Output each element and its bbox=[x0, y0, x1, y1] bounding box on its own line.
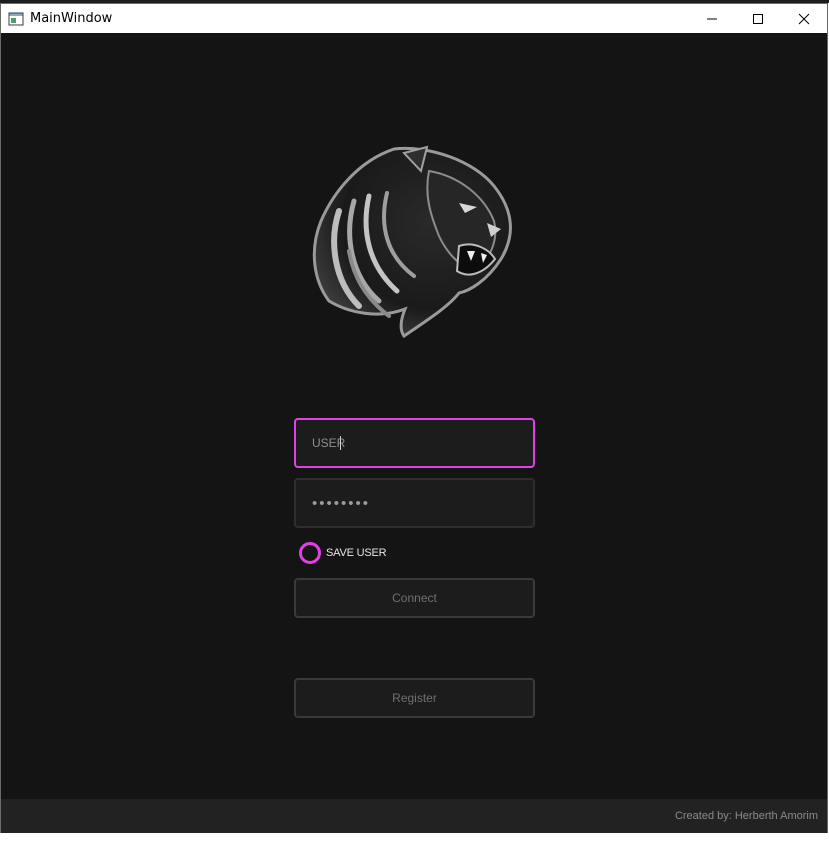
radio-icon[interactable] bbox=[299, 542, 321, 564]
connect-button[interactable]: Connect bbox=[294, 578, 535, 618]
user-field[interactable] bbox=[294, 418, 535, 468]
save-user-option[interactable]: SAVE USER bbox=[299, 542, 387, 564]
close-button[interactable] bbox=[781, 4, 827, 33]
password-field[interactable]: •••••••• bbox=[294, 478, 535, 528]
window-title: MainWindow bbox=[30, 11, 113, 26]
login-panel: •••••••• SAVE USER Connect Register Crea… bbox=[1, 33, 827, 833]
title-bar[interactable]: MainWindow bbox=[1, 4, 827, 33]
window-controls bbox=[689, 4, 827, 33]
main-window: MainWindow USER •••••••• SAVE USER Conne… bbox=[0, 3, 828, 833]
text-caret bbox=[340, 436, 341, 450]
credit-text: Created by: Herberth Amorim bbox=[674, 810, 818, 822]
user-input[interactable] bbox=[312, 436, 512, 450]
save-user-label[interactable]: SAVE USER bbox=[326, 547, 387, 559]
app-icon bbox=[8, 11, 24, 27]
register-button[interactable]: Register bbox=[294, 678, 535, 718]
maximize-icon bbox=[753, 13, 763, 24]
minimize-icon bbox=[707, 18, 717, 19]
maximize-button[interactable] bbox=[735, 4, 781, 33]
close-icon bbox=[798, 13, 810, 24]
footer-bar: Created by: Herberth Amorim bbox=[1, 799, 827, 833]
panther-logo bbox=[312, 145, 512, 339]
password-input[interactable]: •••••••• bbox=[312, 495, 370, 512]
minimize-button[interactable] bbox=[689, 4, 735, 33]
